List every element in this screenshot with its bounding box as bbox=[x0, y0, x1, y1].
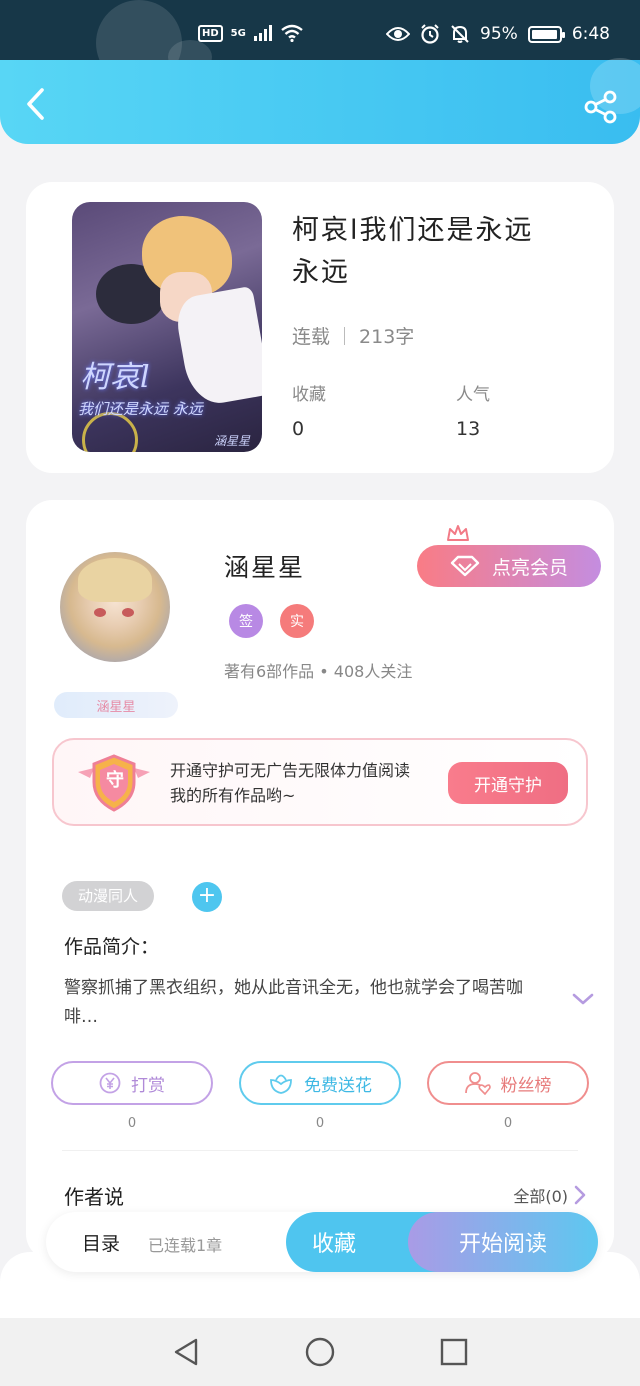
author-says-all-link[interactable]: 全部(0) bbox=[513, 1183, 586, 1207]
author-name[interactable]: 涵星星 bbox=[224, 548, 305, 584]
favorites-value: 0 bbox=[292, 418, 305, 440]
wifi-icon bbox=[281, 24, 303, 42]
battery-percent: 95% bbox=[480, 24, 518, 44]
vip-button[interactable]: 点亮会员 bbox=[417, 545, 601, 587]
cover-author-text: 涵星星 bbox=[213, 434, 250, 448]
book-status: 连载 bbox=[292, 326, 331, 348]
diamond-icon bbox=[450, 555, 480, 577]
toc-status[interactable]: 已连载1章 bbox=[148, 1232, 222, 1256]
app-header bbox=[0, 58, 640, 144]
book-info-card: 柯哀l 我们还是永远 永远 涵星星 柯哀l我们还是永远永远 连载 213字 收藏… bbox=[26, 182, 614, 473]
send-flower-label: 免费送花 bbox=[304, 1075, 372, 1096]
word-count: 213字 bbox=[359, 326, 415, 348]
avatar-art bbox=[78, 558, 152, 602]
chevron-right-icon bbox=[574, 1185, 586, 1205]
eye-icon bbox=[386, 27, 411, 41]
crown-icon bbox=[447, 525, 469, 541]
open-guard-button[interactable]: 开通守护 bbox=[448, 762, 568, 804]
start-reading-button[interactable]: 开始阅读 bbox=[408, 1212, 598, 1272]
all-link-label: 全部(0) bbox=[513, 1187, 568, 1206]
guard-promo: 守 开通守护可无广告无限体力值阅读我的所有作品哟~ 开通守护 bbox=[52, 738, 588, 826]
tip-button[interactable]: 打赏 bbox=[51, 1061, 213, 1105]
intro-text: 警察抓捕了黑衣组织，她从此音讯全无，他也就学会了喝苦咖啡… bbox=[64, 978, 523, 1027]
status-bar: HD 5G 95% 6:48 bbox=[0, 0, 640, 86]
yen-icon bbox=[99, 1072, 121, 1094]
add-tag-button[interactable]: + bbox=[192, 882, 222, 912]
author-name-ribbon: 涵星星 bbox=[54, 692, 178, 718]
verified-badge: 实 bbox=[280, 604, 314, 638]
nav-home-icon[interactable] bbox=[304, 1336, 336, 1368]
battery-icon bbox=[527, 25, 565, 43]
mute-icon bbox=[451, 25, 469, 43]
signal-icon bbox=[253, 25, 272, 41]
popularity-value: 13 bbox=[456, 418, 481, 440]
guard-text: 开通守护可无广告无限体力值阅读我的所有作品哟~ bbox=[170, 761, 411, 805]
bottom-action-bar: 目录 已连载1章 收藏 开始阅读 bbox=[46, 1212, 598, 1272]
send-flower-button[interactable]: 免费送花 bbox=[239, 1061, 401, 1105]
vip-button-label: 点亮会员 bbox=[491, 556, 568, 579]
system-nav-bar bbox=[0, 1318, 640, 1386]
avatar-art bbox=[122, 608, 134, 617]
meta-divider bbox=[344, 326, 346, 345]
author-says-title: 作者说 bbox=[64, 1185, 124, 1209]
popularity-label: 人气 bbox=[456, 385, 490, 405]
chevron-down-icon[interactable] bbox=[572, 992, 594, 1006]
toc-button[interactable]: 目录 bbox=[82, 1229, 120, 1256]
fan-rank-icon bbox=[464, 1072, 491, 1095]
author-stats: 著有6部作品 • 408人关注 bbox=[224, 662, 413, 681]
share-button[interactable] bbox=[584, 90, 618, 124]
clock: 6:48 bbox=[571, 24, 610, 44]
alarm-icon bbox=[421, 24, 439, 44]
genre-tag[interactable]: 动漫同人 bbox=[62, 881, 155, 911]
cover-title-text: 柯哀l bbox=[80, 360, 150, 395]
signed-badge: 签 bbox=[229, 604, 263, 638]
flower-count: 0 bbox=[315, 1116, 325, 1131]
author-avatar[interactable] bbox=[60, 552, 170, 662]
book-meta: 连载 213字 bbox=[292, 322, 414, 349]
fan-rank-label: 粉丝榜 bbox=[500, 1075, 552, 1096]
back-button[interactable] bbox=[22, 86, 52, 122]
nav-back-icon[interactable] bbox=[170, 1336, 202, 1368]
fan-count: 0 bbox=[503, 1116, 513, 1131]
avatar-art bbox=[94, 608, 106, 617]
tip-button-label: 打赏 bbox=[131, 1075, 165, 1096]
cover-art bbox=[173, 285, 262, 409]
flower-icon bbox=[270, 1074, 292, 1094]
divider bbox=[62, 1150, 578, 1151]
guard-shield-char: 守 bbox=[106, 770, 124, 791]
book-cover[interactable]: 柯哀l 我们还是永远 永远 涵星星 bbox=[72, 202, 262, 452]
status-left-icons: HD 5G bbox=[198, 24, 304, 42]
hd-icon: HD bbox=[198, 24, 223, 42]
fan-rank-button[interactable]: 粉丝榜 bbox=[427, 1061, 589, 1105]
tip-count: 0 bbox=[127, 1116, 137, 1131]
book-title: 柯哀l我们还是永远永远 bbox=[292, 215, 534, 288]
status-right-icons: 95% 6:48 bbox=[386, 24, 610, 44]
network-type: 5G bbox=[230, 27, 246, 39]
intro-label: 作品简介： bbox=[64, 936, 160, 958]
author-card: 涵星星 点亮会员 签 实 著有6部作品 • 408人关注 涵星星 守 开通守护可… bbox=[26, 500, 614, 1260]
favorites-label: 收藏 bbox=[292, 385, 326, 405]
cover-subtitle-text: 我们还是永远 永远 bbox=[78, 400, 203, 418]
nav-recents-icon[interactable] bbox=[438, 1336, 470, 1368]
